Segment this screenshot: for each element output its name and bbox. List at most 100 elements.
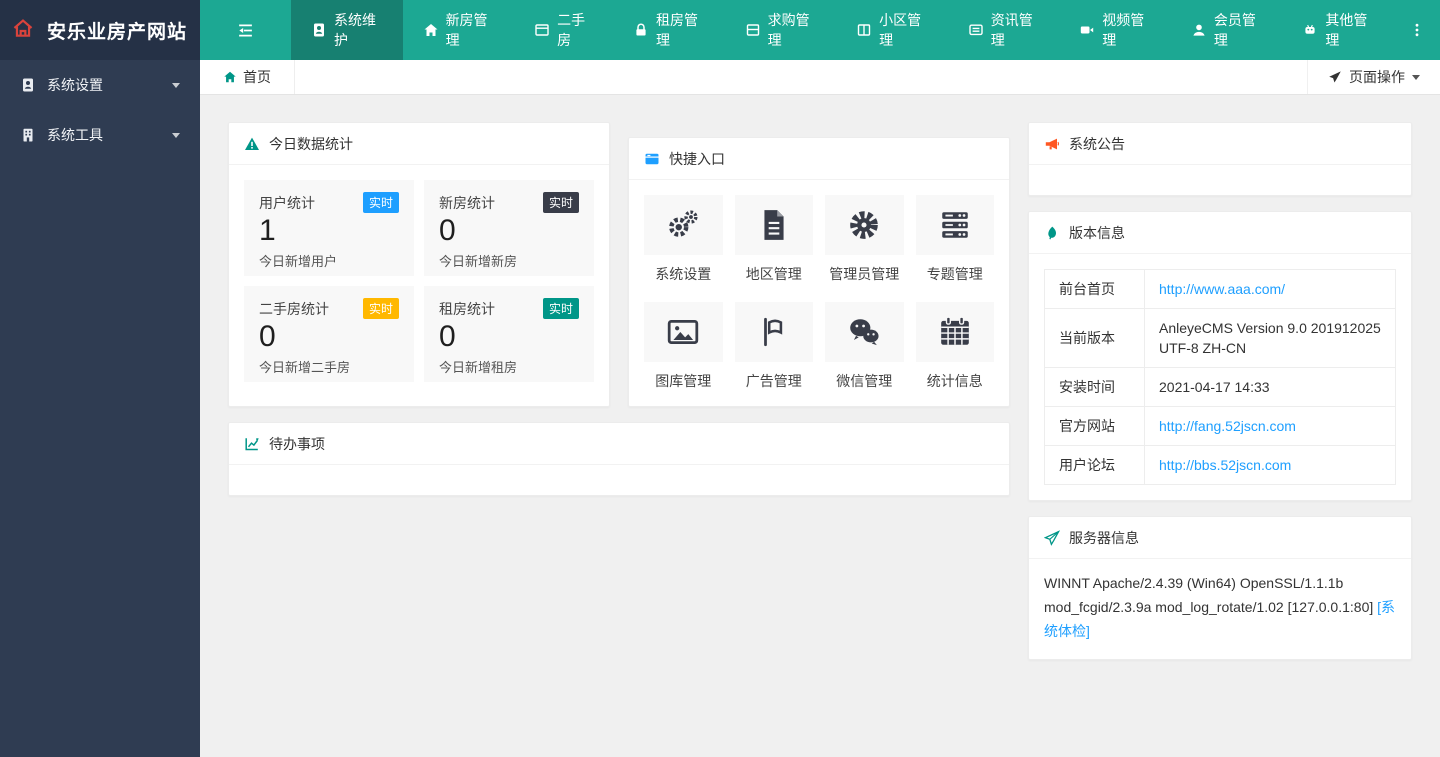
stat-value: 0: [439, 320, 456, 353]
nav-item-members[interactable]: 会员管理: [1171, 0, 1283, 60]
nav-item-purchase[interactable]: 求购管理: [725, 0, 837, 60]
nav-item-other[interactable]: 其他管理: [1282, 0, 1394, 60]
line-chart-icon: [245, 437, 259, 450]
version-info-card: 版本信息 前台首页 http://www.aaa.com/ 当前版本 Anley…: [1028, 211, 1412, 501]
sidebar: 系统设置 系统工具: [0, 60, 200, 757]
chat-icon: [969, 24, 983, 36]
id-badge-icon: [314, 23, 324, 37]
megaphone-icon: [1045, 138, 1060, 149]
stat-tile-new-house: 新房统计 实时 0 今日新增新房: [424, 180, 594, 276]
quick-entry-card: 快捷入口 系统设置 地区管理 管理员管理 专题管理 图库管理 广告管理 微信管理…: [628, 137, 1010, 407]
chevron-down-icon: [1412, 74, 1420, 84]
video-camera-icon: [1081, 26, 1094, 34]
today-stats-card: 今日数据统计 用户统计 实时 1 今日新增用户 新房统计 实时 0 今日新增新房…: [228, 122, 610, 407]
stat-tile-users: 用户统计 实时 1 今日新增用户: [244, 180, 414, 276]
chevron-down-icon: [172, 132, 180, 142]
gears-icon: [669, 210, 698, 237]
announcement-header: 系统公告: [1029, 123, 1411, 165]
leaf-icon: [1048, 226, 1057, 239]
realtime-badge: 实时: [362, 298, 399, 319]
table-row: 用户论坛 http://bbs.52jscn.com: [1044, 445, 1396, 485]
card-icon: [535, 24, 549, 36]
main-content: 今日数据统计 用户统计 实时 1 今日新增用户 新房统计 实时 0 今日新增新房…: [200, 95, 1440, 757]
image-icon: [668, 319, 699, 345]
nav-item-new-house[interactable]: 新房管理: [403, 0, 515, 60]
todo-body: [229, 465, 1009, 495]
form-icon: [746, 24, 759, 36]
table-row: 官方网站 http://fang.52jscn.com: [1044, 406, 1396, 446]
nav-item-community[interactable]: 小区管理: [836, 0, 948, 60]
realtime-badge: 实时: [362, 192, 399, 213]
user-forum-link[interactable]: http://bbs.52jscn.com: [1159, 457, 1291, 473]
nav-item-second-hand[interactable]: 二手房: [514, 0, 613, 60]
quick-item-statistics[interactable]: 统计信息: [915, 302, 994, 391]
quick-item-system-settings[interactable]: 系统设置: [644, 195, 723, 284]
todo-header: 待办事项: [229, 423, 1009, 465]
quick-item-region-management[interactable]: 地区管理: [734, 195, 813, 284]
sidebar-item-system-tools[interactable]: 系统工具: [0, 110, 200, 160]
stat-value: 0: [259, 320, 276, 353]
quick-item-admin-management[interactable]: 管理员管理: [825, 195, 904, 284]
current-version-value: AnleyeCMS Version 9.0 201912025 UTF-8 ZH…: [1159, 320, 1381, 356]
tab-home[interactable]: 首页: [200, 60, 295, 94]
table-row: 前台首页 http://www.aaa.com/: [1044, 269, 1396, 309]
table-row: 安装时间 2021-04-17 14:33: [1044, 367, 1396, 407]
site-title: 安乐业房产网站: [47, 21, 188, 43]
android-icon: [1305, 24, 1315, 34]
version-table: 前台首页 http://www.aaa.com/ 当前版本 AnleyeCMS …: [1044, 269, 1396, 485]
nav-item-rental[interactable]: 租房管理: [613, 0, 725, 60]
quick-item-wechat-management[interactable]: 微信管理: [825, 302, 904, 391]
server-stack-icon: [942, 212, 968, 238]
quick-item-gallery-management[interactable]: 图库管理: [644, 302, 723, 391]
building-icon: [23, 128, 33, 142]
front-home-link[interactable]: http://www.aaa.com/: [1159, 281, 1285, 297]
home-icon: [424, 24, 438, 36]
quick-item-topic-management[interactable]: 专题管理: [915, 195, 994, 284]
home-icon: [224, 71, 236, 83]
paper-plane-icon: [1044, 529, 1060, 546]
nav-item-system-maintenance[interactable]: 系统维护: [291, 0, 403, 60]
chevron-down-icon: [172, 82, 180, 92]
version-info-header: 版本信息: [1029, 212, 1411, 254]
collapse-menu-icon[interactable]: [200, 0, 291, 60]
brand-house-icon: [12, 17, 34, 44]
warning-triangle-icon: [245, 137, 259, 150]
page-actions-dropdown[interactable]: 页面操作: [1307, 60, 1440, 94]
columns-icon: [857, 24, 871, 36]
cog-icon: [850, 211, 879, 239]
announcement-card: 系统公告: [1028, 122, 1412, 196]
stat-tile-second-hand: 二手房统计 实时 0 今日新增二手房: [244, 286, 414, 382]
official-site-link[interactable]: http://fang.52jscn.com: [1159, 418, 1296, 434]
stat-tile-rental: 租房统计 实时 0 今日新增租房: [424, 286, 594, 382]
today-stats-header: 今日数据统计: [229, 123, 609, 165]
wechat-icon: [850, 319, 879, 346]
stat-value: 1: [259, 214, 276, 247]
realtime-badge: 实时: [542, 298, 579, 319]
calendar-icon: [940, 316, 969, 345]
nav-more-icon[interactable]: [1394, 0, 1440, 60]
nav-item-news[interactable]: 资讯管理: [948, 0, 1060, 60]
sidebar-item-system-settings[interactable]: 系统设置: [0, 60, 200, 110]
server-info-card: 服务器信息 WINNT Apache/2.4.39 (Win64) OpenSS…: [1028, 516, 1412, 660]
flag-icon: [763, 317, 782, 347]
stat-value: 0: [439, 214, 456, 247]
realtime-badge: 实时: [542, 192, 579, 213]
table-row: 当前版本 AnleyeCMS Version 9.0 201912025 UTF…: [1044, 308, 1396, 368]
brand-logo: 安乐业房产网站: [0, 0, 200, 60]
announcement-body: [1029, 165, 1411, 195]
id-card-icon: [23, 78, 33, 92]
nav-item-video[interactable]: 视频管理: [1059, 0, 1171, 60]
document-icon: [764, 210, 784, 240]
lock-icon: [636, 23, 646, 36]
paper-plane-icon: [1329, 71, 1341, 83]
top-bar: 安乐业房产网站 系统维护 新房管理 二手房 租房管理 求购管理 小区管理 资讯管…: [0, 0, 1440, 60]
todo-card: 待办事项: [228, 422, 1010, 496]
quick-entry-header: 快捷入口: [629, 138, 1009, 180]
tab-bar: 首页 页面操作: [200, 60, 1440, 95]
server-info-text: WINNT Apache/2.4.39 (Win64) OpenSSL/1.1.…: [1044, 575, 1396, 639]
quick-item-ad-management[interactable]: 广告管理: [734, 302, 813, 391]
server-info-header: 服务器信息: [1029, 517, 1411, 559]
window-icon: [645, 153, 659, 164]
install-time-value: 2021-04-17 14:33: [1159, 379, 1270, 395]
user-icon: [1193, 24, 1205, 36]
